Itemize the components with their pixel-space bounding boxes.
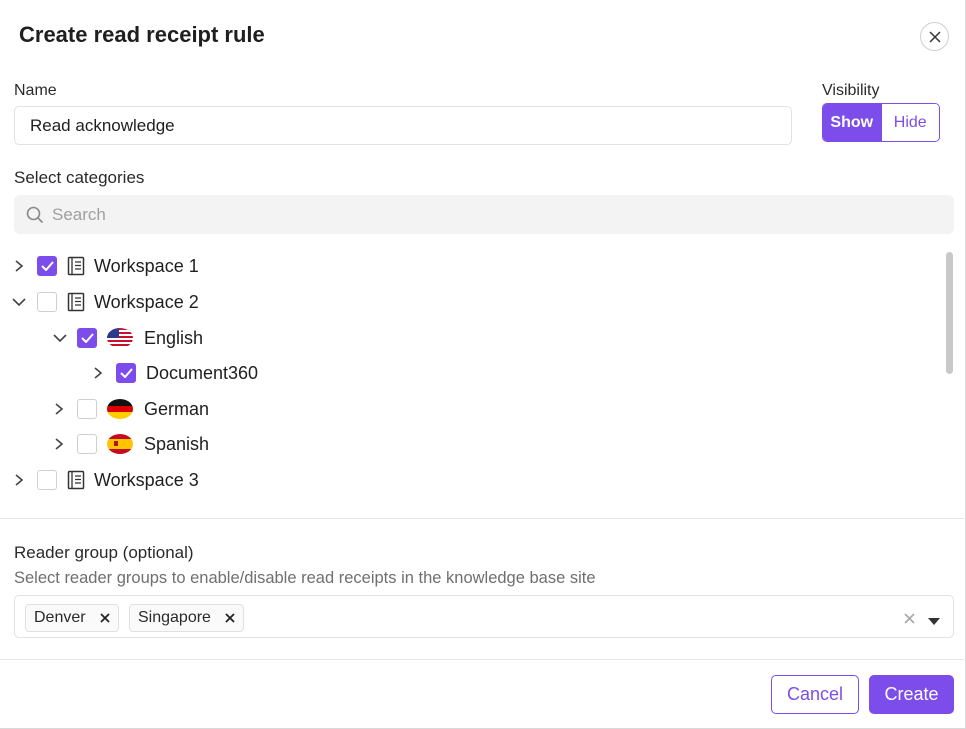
create-rule-dialog: Create read receipt rule Name Visibility… <box>0 0 966 729</box>
chip-label: Denver <box>34 609 86 626</box>
chevron-right-icon[interactable] <box>12 473 26 487</box>
workspace-2-checkbox[interactable] <box>37 292 57 312</box>
remove-chip-button[interactable] <box>99 613 110 623</box>
es-flag-icon <box>107 434 133 454</box>
name-label: Name <box>14 82 57 99</box>
chevron-right-icon[interactable] <box>91 366 105 380</box>
create-button[interactable]: Create <box>869 675 954 714</box>
tree-item-workspace-3: Workspace 3 <box>12 465 199 495</box>
categories-label: Select categories <box>14 168 145 187</box>
check-icon <box>119 368 133 378</box>
close-icon <box>928 30 941 43</box>
chevron-right-icon[interactable] <box>12 259 26 273</box>
chevron-down-icon[interactable] <box>12 295 26 309</box>
tree-item-label: English <box>144 327 204 348</box>
check-icon <box>40 261 54 271</box>
dialog-title: Create read receipt rule <box>19 22 265 47</box>
chevron-down-icon[interactable] <box>53 331 67 345</box>
caret-down-icon <box>928 618 940 625</box>
check-icon <box>80 333 94 343</box>
visibility-label: Visibility <box>822 82 880 99</box>
chip-denver: Denver <box>25 604 119 632</box>
search-input[interactable] <box>52 204 912 225</box>
tree-scrollbar[interactable] <box>946 252 953 374</box>
workspace-1-checkbox[interactable] <box>37 256 57 276</box>
visibility-toggle: Show Hide <box>822 103 940 142</box>
reader-group-select[interactable]: Denver Singapore <box>14 595 954 638</box>
category-search <box>14 195 954 234</box>
reader-group-description: Select reader groups to enable/disable r… <box>14 569 596 587</box>
english-checkbox[interactable] <box>77 328 97 348</box>
tree-item-german: German <box>52 394 209 424</box>
visibility-show-button[interactable]: Show <box>823 104 881 141</box>
tree-item-label: Spanish <box>144 433 210 454</box>
tree-item-label: Workspace 3 <box>94 469 199 490</box>
close-button[interactable] <box>920 22 949 51</box>
tree-item-document360: Document360 <box>91 358 258 388</box>
name-input[interactable] <box>14 106 792 145</box>
search-icon <box>26 206 44 223</box>
workspace-3-checkbox[interactable] <box>37 470 57 490</box>
footer-divider <box>0 659 966 660</box>
close-icon <box>225 613 235 623</box>
german-checkbox[interactable] <box>77 399 97 419</box>
spanish-checkbox[interactable] <box>77 434 97 454</box>
tree-item-workspace-2: Workspace 2 <box>12 287 199 317</box>
clear-icon <box>904 613 915 624</box>
section-divider <box>0 518 966 519</box>
document360-checkbox[interactable] <box>116 363 136 383</box>
clear-all-button[interactable] <box>904 611 915 629</box>
book-icon <box>67 256 85 276</box>
reader-group-label: Reader group (optional) <box>14 543 194 562</box>
tree-item-label: Workspace 1 <box>94 255 199 276</box>
dropdown-toggle[interactable] <box>928 613 940 631</box>
tree-item-workspace-1: Workspace 1 <box>12 251 199 281</box>
de-flag-icon <box>107 399 133 419</box>
us-flag-icon <box>107 328 133 348</box>
tree-item-label: Document360 <box>146 362 259 383</box>
tree-item-label: Workspace 2 <box>94 291 199 312</box>
category-tree: Workspace 1 Workspace 2 English Document… <box>0 248 944 500</box>
cancel-button[interactable]: Cancel <box>771 675 859 714</box>
book-icon <box>67 470 85 490</box>
chip-singapore: Singapore <box>129 604 244 632</box>
visibility-hide-button[interactable]: Hide <box>880 104 939 141</box>
tree-item-spanish: Spanish <box>52 429 209 459</box>
tree-item-english: English <box>53 323 203 353</box>
book-icon <box>67 292 85 312</box>
chevron-right-icon[interactable] <box>52 402 66 416</box>
chevron-right-icon[interactable] <box>52 437 66 451</box>
chip-label: Singapore <box>138 609 211 626</box>
close-icon <box>99 613 110 623</box>
tree-item-label: German <box>144 398 210 419</box>
remove-chip-button[interactable] <box>225 613 235 623</box>
